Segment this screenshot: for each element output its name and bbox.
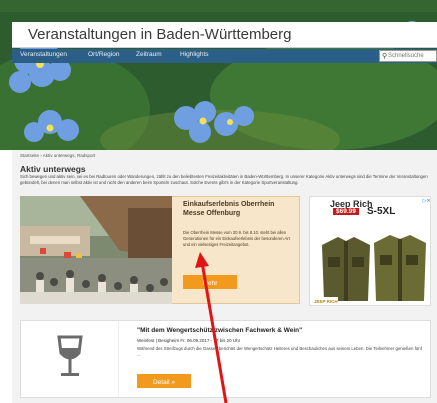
search-icon[interactable]: ⚲ — [382, 52, 387, 60]
event-icon-box — [21, 321, 119, 397]
fair-crowd-photo — [20, 196, 172, 304]
site-title-bar: Veranstaltungen in Baden-Württemberg — [12, 22, 437, 48]
ad-jeep-logo: JEEP RICH — [314, 299, 338, 304]
featured-event-title-line1: Einkaufserlebnis Oberrhein — [183, 201, 275, 208]
nav-item-veranstaltungen[interactable]: Veranstaltungen — [20, 51, 67, 58]
site-title[interactable]: Veranstaltungen in Baden-Württemberg — [28, 26, 292, 43]
search-placeholder: Schnellsuche — [388, 53, 424, 59]
search-input[interactable]: ⚲ Schnellsuche — [379, 50, 437, 62]
ad-size: S-5XL — [367, 206, 396, 217]
event-photo[interactable] — [20, 196, 172, 304]
featured-event-title[interactable]: Einkaufserlebnis Oberrhein Messe Offenbu… — [183, 200, 274, 218]
wine-glass-icon — [57, 335, 83, 376]
ad-price: $69.99 — [333, 208, 359, 215]
more-button[interactable]: Mehr — [183, 275, 237, 289]
page-title: Aktiv unterwegs — [20, 164, 86, 174]
featured-event-text: Die Oberrhein Messe vom 30.9. bis 8.10. … — [183, 230, 290, 247]
event-title[interactable]: "Mit dem Wengertschütz zwischen Fachwerk… — [137, 327, 302, 334]
ad-choices-icon[interactable]: ▷✕ — [422, 198, 431, 205]
featured-event-title-line2: Messe Offenburg — [183, 210, 241, 217]
nav-item-highlights[interactable]: Highlights — [180, 51, 209, 58]
event-description: Während des Streifzugs durch die Gassen … — [137, 346, 422, 357]
event-meta: Weinfest | Besigheim Fr, 06.09.2017 - 17… — [137, 338, 241, 343]
detail-button[interactable]: Detail » — [137, 374, 191, 388]
nav-item-ort-region[interactable]: Ort/Region — [88, 51, 119, 58]
nav-item-zeitraum[interactable]: Zeitraum — [136, 51, 162, 58]
intro-text: Sich bewegen und aktiv sein, sei es bei … — [20, 174, 428, 185]
main-navigation: Veranstaltungen Ort/Region Zeitraum High… — [12, 49, 437, 63]
breadcrumb[interactable]: Startseite › Aktiv unterwegs, Radsport — [20, 153, 95, 158]
